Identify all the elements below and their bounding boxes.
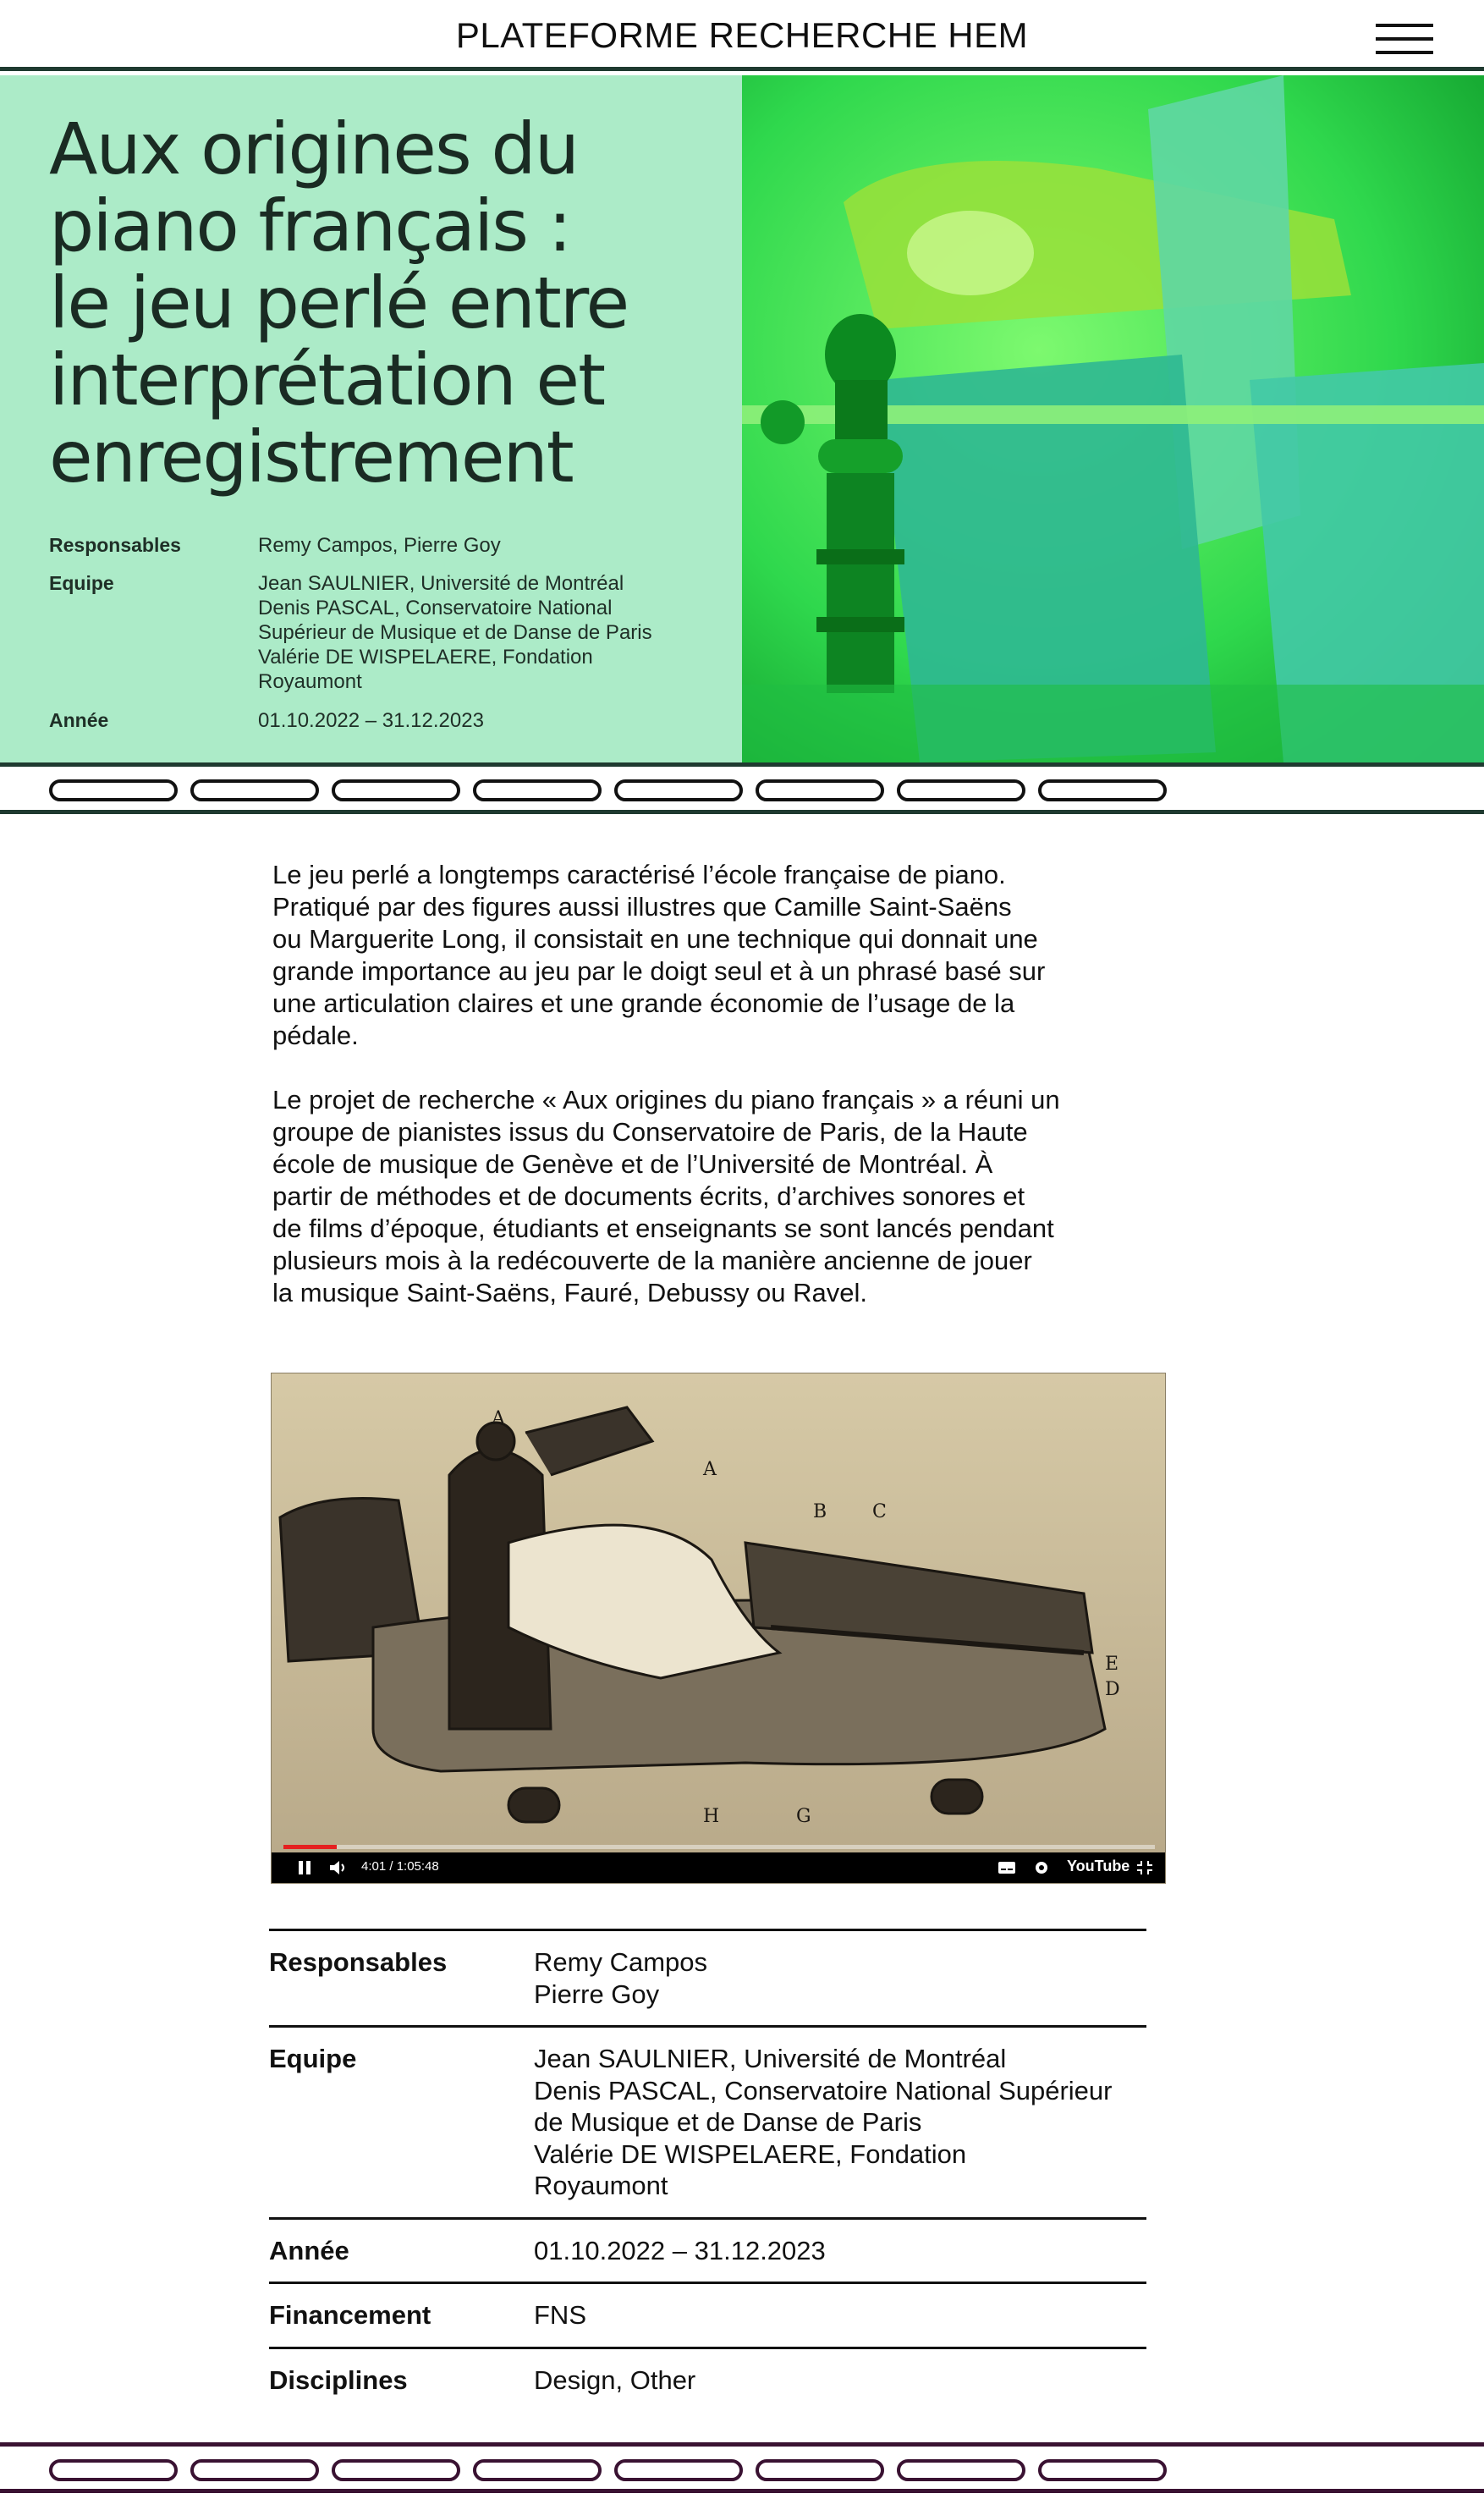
figure-label: C: [872, 1501, 887, 1522]
video-time: 4:01 / 1:05:48: [361, 1859, 439, 1874]
row-label: Année: [269, 2235, 349, 2265]
subtitles-icon[interactable]: [998, 1861, 1016, 1874]
project-description: Le jeu perlé a longtemps caractérisé l’é…: [272, 859, 1161, 1341]
equipe-line: Valérie DE WISPELAERE, Fondation: [258, 646, 593, 669]
row-value-line: Jean SAULNIER, Université de Montréal: [534, 2044, 1007, 2073]
project-hero: Aux origines du piano français : le jeu …: [0, 75, 1484, 762]
youtube-logo[interactable]: YouTube: [1067, 1858, 1129, 1875]
tab-pill-5[interactable]: [614, 2459, 743, 2481]
meta-value: 01.10.2022 – 31.12.2023: [258, 709, 484, 732]
equipe-line: Royaumont: [258, 670, 362, 693]
table-row: Financement FNS: [269, 2282, 1146, 2347]
tab-pill-4[interactable]: [473, 2459, 602, 2481]
video-controls: 4:01 / 1:05:48 YouTube: [272, 1852, 1165, 1883]
tab-pill-3[interactable]: [332, 2459, 460, 2481]
row-value: Remy Campos Pierre Goy: [534, 1946, 1146, 2010]
row-value-line: de Musique et de Danse de Paris: [534, 2107, 922, 2137]
meta-responsables: Responsables Remy Campos, Pierre Goy: [49, 533, 709, 559]
equipe-line: Jean SAULNIER, Université de Montréal: [258, 572, 624, 595]
description-paragraph: Le projet de recherche « Aux origines du…: [272, 1085, 1060, 1307]
tab-pill-1[interactable]: [49, 2459, 178, 2481]
tab-pill-6[interactable]: [756, 2459, 884, 2481]
tab-pill-5[interactable]: [614, 779, 743, 801]
row-value-line: Royaumont: [534, 2171, 668, 2200]
meta-label: Responsables: [49, 534, 181, 556]
meta-value: Jean SAULNIER, Université de Montréal De…: [258, 571, 698, 694]
equipe-line: Denis PASCAL, Conservatoire National: [258, 597, 613, 619]
tab-pill-8[interactable]: [1038, 2459, 1167, 2481]
meta-label: Equipe: [49, 572, 114, 594]
exit-fullscreen-icon[interactable]: [1136, 1860, 1153, 1875]
row-value: Jean SAULNIER, Université de Montréal De…: [534, 2043, 1146, 2202]
title-line: le jeu perlé entre: [49, 261, 629, 344]
tab-bar-bottom: [0, 2442, 1484, 2495]
title-line: enregistrement: [49, 416, 574, 498]
tab-pill-8[interactable]: [1038, 779, 1167, 801]
figure-label: H: [703, 1806, 719, 1827]
piano-mechanism-photo: [742, 75, 1484, 762]
row-value-line: FNS: [534, 2300, 586, 2330]
table-row: Année 01.10.2022 – 31.12.2023: [269, 2216, 1146, 2282]
tab-bar-bottom-line: [0, 810, 1484, 814]
project-title: Aux origines du piano français : le jeu …: [49, 111, 726, 496]
figure-label: G: [796, 1806, 811, 1827]
tab-bar-top: [0, 762, 1484, 815]
site-title[interactable]: PLATEFORME RECHERCHE HEM: [0, 15, 1484, 56]
row-value: 01.10.2022 – 31.12.2023: [534, 2235, 1146, 2267]
row-value-line: Pierre Goy: [534, 1979, 660, 2009]
tab-pill-7[interactable]: [897, 2459, 1025, 2481]
pause-icon[interactable]: [297, 1860, 312, 1875]
title-line: interprétation et: [49, 339, 606, 421]
row-label: Disciplines: [269, 2364, 408, 2395]
figure-label: D: [1105, 1679, 1120, 1700]
row-value-line: Valérie DE WISPELAERE, Fondation: [534, 2138, 967, 2169]
video-player[interactable]: A A B C D E H G 4:01 / 1:05:48 YouTube: [271, 1373, 1166, 1884]
hero-info-panel: Aux origines du piano français : le jeu …: [0, 75, 742, 762]
meta-equipe: Equipe Jean SAULNIER, Université de Mont…: [49, 571, 709, 698]
equipe-line: Supérieur de Musique et de Danse de Pari…: [258, 621, 652, 644]
title-line: piano français :: [49, 184, 572, 267]
table-row: Equipe Jean SAULNIER, Université de Mont…: [269, 2025, 1146, 2217]
hero-image: [742, 75, 1484, 762]
tab-pill-1[interactable]: [49, 779, 178, 801]
row-value-line: Design, Other: [534, 2364, 696, 2395]
row-value: Design, Other: [534, 2364, 1146, 2397]
figure-label: A: [491, 1408, 506, 1429]
project-details-table: Responsables Remy Campos Pierre Goy Equi…: [269, 1929, 1146, 2411]
tab-bar-top-line: [0, 762, 1484, 767]
tab-pill-7[interactable]: [897, 779, 1025, 801]
meta-value: Remy Campos, Pierre Goy: [258, 534, 501, 557]
figure-label: A: [702, 1459, 717, 1480]
tab-pill-2[interactable]: [190, 2459, 319, 2481]
tab-pill-4[interactable]: [473, 779, 602, 801]
row-label: Responsables: [269, 1947, 448, 1977]
table-row: Disciplines Design, Other: [269, 2346, 1146, 2412]
description-paragraph: Le jeu perlé a longtemps caractérisé l’é…: [272, 860, 1046, 1050]
tab-pill-6[interactable]: [756, 779, 884, 801]
video-progress-bar[interactable]: [283, 1845, 1155, 1849]
hamburger-menu-icon[interactable]: [1376, 24, 1433, 54]
row-label: Equipe: [269, 2044, 357, 2073]
tab-bar-bottom-line: [0, 2489, 1484, 2493]
tab-pill-3[interactable]: [332, 779, 460, 801]
meta-annee: Année 01.10.2022 – 31.12.2023: [49, 708, 709, 734]
video-progress-fill: [283, 1845, 337, 1849]
row-value: FNS: [534, 2299, 1146, 2331]
figure-label: B: [813, 1501, 827, 1522]
row-value-line: Denis PASCAL, Conservatoire National Sup…: [534, 2075, 1113, 2105]
row-value-line: Remy Campos: [534, 1947, 707, 1977]
table-row: Responsables Remy Campos Pierre Goy: [269, 1929, 1146, 2025]
figure-label: E: [1105, 1654, 1118, 1675]
row-label: Financement: [269, 2300, 431, 2330]
row-value-line: 01.10.2022 – 31.12.2023: [534, 2235, 826, 2265]
tab-pill-2[interactable]: [190, 779, 319, 801]
site-header: PLATEFORME RECHERCHE HEM: [0, 0, 1484, 71]
tab-bar-top-line: [0, 2442, 1484, 2447]
title-line: Aux origines du: [49, 107, 580, 190]
video-frame-illustration: A A B C D E H G: [272, 1373, 1165, 1854]
volume-icon[interactable]: [329, 1860, 349, 1875]
meta-label: Année: [49, 709, 109, 731]
settings-gear-icon[interactable]: [1033, 1859, 1050, 1876]
